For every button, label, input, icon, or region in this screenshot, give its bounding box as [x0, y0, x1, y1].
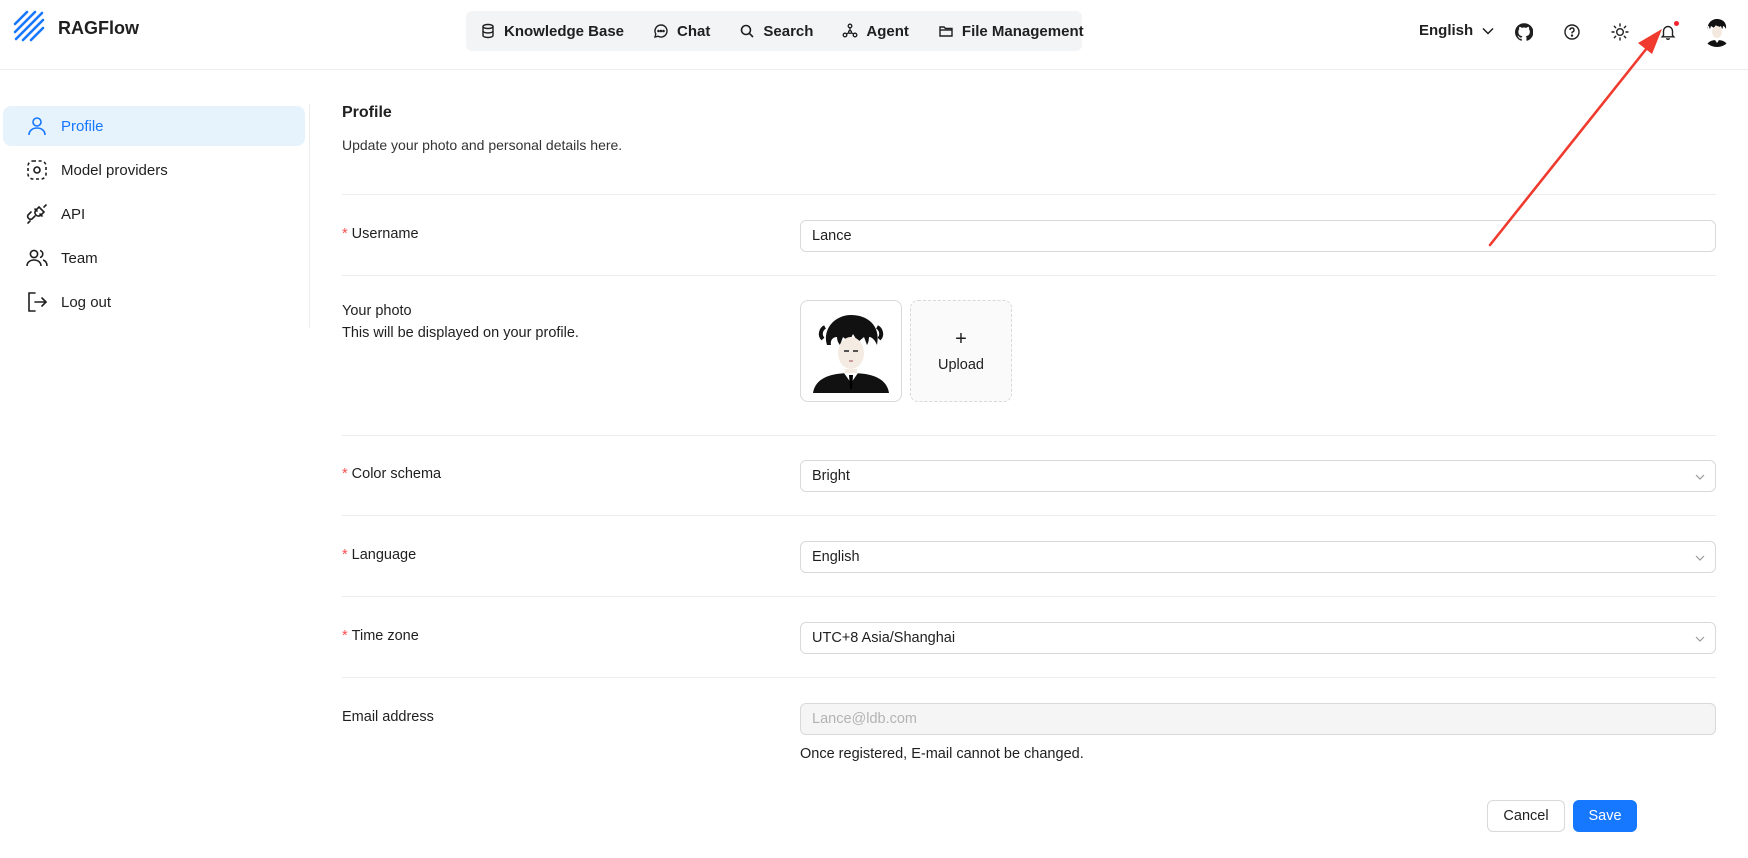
photo-label: Your photo: [342, 303, 412, 319]
database-icon: [482, 23, 494, 39]
divider: [342, 194, 1716, 195]
settings-sidebar: Profile Model providers API Team Log out: [0, 104, 310, 328]
upload-photo-button[interactable]: + Upload: [910, 300, 1012, 402]
page-subtitle: Update your photo and personal details h…: [342, 137, 623, 153]
language-selector[interactable]: English: [1419, 22, 1495, 39]
ragflow-logo[interactable]: [13, 10, 47, 44]
nav-agent[interactable]: Agent: [842, 23, 909, 40]
divider: [342, 435, 1716, 436]
plus-icon: +: [955, 328, 967, 350]
chevron-down-icon: [1695, 474, 1705, 480]
timezone-label: * Time zone: [342, 628, 419, 644]
language-select[interactable]: English: [800, 541, 1716, 573]
help-button[interactable]: [1560, 20, 1584, 44]
folder-icon: [939, 26, 953, 37]
divider: [342, 515, 1716, 516]
divider: [342, 596, 1716, 597]
divider: [342, 275, 1716, 276]
required-marker: *: [342, 226, 348, 242]
nav-label: Agent: [866, 22, 909, 40]
user-icon: [28, 117, 46, 136]
sidebar-item-team[interactable]: Team: [3, 238, 305, 278]
logout-icon: [28, 292, 48, 312]
nav-chat[interactable]: Chat: [653, 23, 710, 40]
language-label: * Language: [342, 547, 417, 563]
upload-label: Upload: [938, 357, 984, 373]
github-icon: [1515, 23, 1533, 41]
chevron-down-icon: [1695, 555, 1705, 561]
nav-knowledge-base[interactable]: Knowledge Base: [480, 23, 624, 40]
nav-search[interactable]: Search: [739, 23, 813, 40]
sidebar-item-model-providers[interactable]: Model providers: [3, 150, 305, 190]
search-icon: [741, 24, 754, 38]
sidebar-item-label: API: [61, 205, 86, 223]
nav-label: Chat: [677, 22, 711, 40]
avatar-portrait-icon: [1702, 17, 1732, 47]
theme-toggle[interactable]: [1608, 20, 1632, 44]
divider: [342, 677, 1716, 678]
username-label: * Username: [342, 226, 419, 242]
email-field: Lance@ldb.com: [800, 703, 1716, 735]
sidebar-item-profile[interactable]: Profile: [3, 106, 305, 146]
photo-description: This will be displayed on your profile.: [342, 325, 579, 341]
notifications-button[interactable]: [1656, 20, 1680, 44]
sidebar-item-logout[interactable]: Log out: [3, 282, 305, 322]
chat-bubble-icon: [654, 24, 668, 38]
profile-photo[interactable]: [800, 300, 902, 402]
nav-file-management[interactable]: File Management: [938, 23, 1084, 40]
email-label: Email address: [342, 709, 434, 725]
user-avatar[interactable]: [1702, 17, 1732, 47]
color-schema-select[interactable]: Bright: [800, 460, 1716, 492]
avatar-portrait-icon: [809, 309, 893, 393]
sidebar-item-label: Model providers: [61, 161, 168, 179]
nav-label: File Management: [961, 22, 1084, 40]
github-button[interactable]: [1512, 20, 1536, 44]
save-button[interactable]: Save: [1573, 800, 1637, 832]
brand-name: RAGFlow: [58, 18, 139, 38]
color-schema-label: * Color schema: [342, 466, 442, 482]
cancel-button[interactable]: Cancel: [1487, 800, 1565, 832]
language-label: English: [1419, 22, 1474, 39]
help-icon: [1564, 24, 1580, 40]
sidebar-item-label: Log out: [61, 293, 112, 311]
model-providers-icon: [27, 160, 47, 180]
nav-label: Search: [763, 22, 814, 40]
username-input[interactable]: Lance: [800, 220, 1716, 252]
timezone-select[interactable]: UTC+8 Asia/Shanghai: [800, 622, 1716, 654]
top-header: RAGFlow Knowledge Base Chat Search Agent…: [0, 0, 1748, 70]
sidebar-item-api[interactable]: API: [3, 194, 305, 234]
chevron-down-icon: [1482, 27, 1494, 35]
notification-dot: [1674, 21, 1679, 26]
agent-graph-icon: [842, 23, 858, 38]
chevron-down-icon: [1695, 636, 1705, 642]
team-icon: [26, 249, 48, 267]
page-title: Profile: [342, 104, 392, 121]
sidebar-item-label: Team: [61, 249, 98, 267]
main-nav: Knowledge Base Chat Search Agent File Ma…: [466, 11, 1084, 51]
email-hint: Once registered, E-mail cannot be change…: [800, 746, 1084, 762]
sun-icon: [1611, 23, 1629, 41]
sidebar-item-label: Profile: [61, 117, 104, 135]
nav-label: Knowledge Base: [504, 22, 625, 40]
plug-icon: [26, 204, 47, 224]
